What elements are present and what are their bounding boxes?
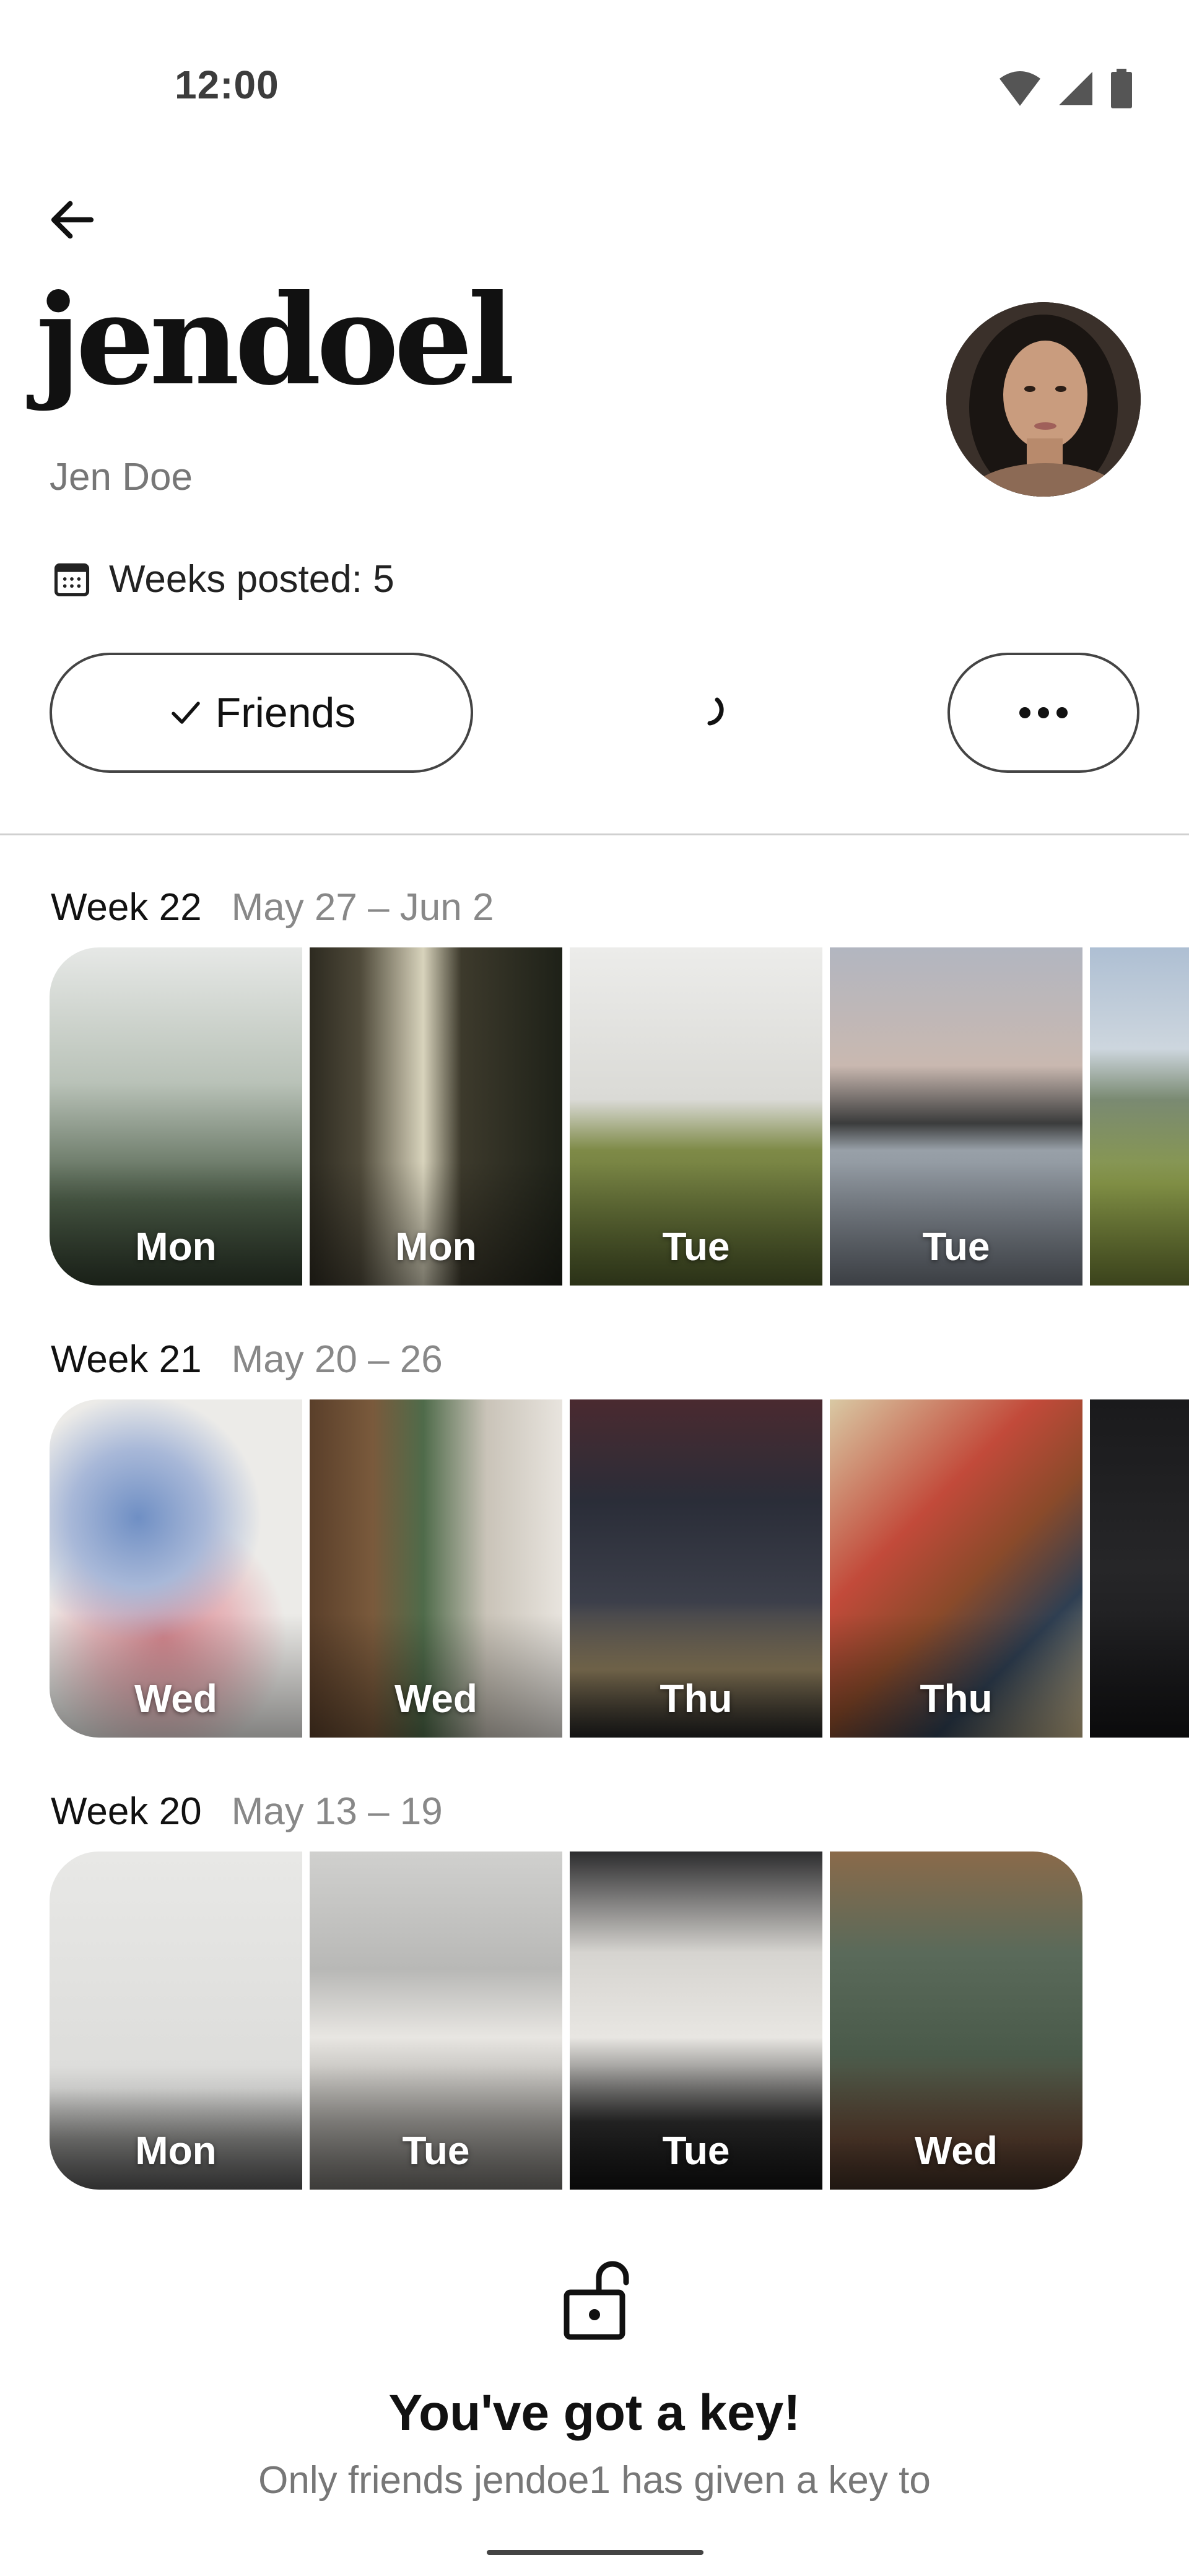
- week-photo-strip[interactable]: Wed Wed Thu Thu T: [50, 1399, 1189, 1738]
- weeks-posted-label: Weeks posted: 5: [109, 557, 394, 601]
- photo-tile[interactable]: T: [1090, 1399, 1189, 1738]
- photo-day-label: Mon: [135, 2128, 217, 2173]
- photo-day-label: Thu: [920, 1676, 993, 1721]
- battery-icon: [1111, 69, 1132, 108]
- photo-tile[interactable]: Mon: [310, 947, 562, 1286]
- week-dates: May 27 – Jun 2: [231, 886, 494, 929]
- week-title: Week 22: [51, 886, 202, 929]
- photo-day-label: Thu: [660, 1676, 733, 1721]
- photo-tile[interactable]: Thu: [830, 1399, 1082, 1738]
- photo-tile[interactable]: Tue: [570, 1852, 822, 2190]
- key-title: You've got a key!: [388, 2385, 801, 2441]
- photo-day-label: Wed: [134, 1676, 217, 1721]
- week-dates: May 20 – 26: [231, 1338, 443, 1381]
- photo-day-label: Wed: [915, 2128, 998, 2173]
- week-photo-strip[interactable]: Mon Tue Tue Wed: [50, 1852, 1189, 2190]
- signal-icon: [1059, 72, 1092, 105]
- profile-full-name: Jen Doe: [50, 456, 193, 498]
- avatar[interactable]: [946, 302, 1141, 497]
- home-indicator[interactable]: [487, 2550, 703, 2555]
- photo-tile[interactable]: Tue: [830, 947, 1082, 1286]
- week-header: Week 21 May 20 – 26: [51, 1338, 443, 1387]
- week-header: Week 20 May 13 – 19: [51, 1790, 443, 1839]
- photo-day-label: Tue: [402, 2128, 470, 2173]
- week-title: Week 20: [51, 1790, 202, 1833]
- divider: [0, 833, 1189, 835]
- more-horizontal-icon: [1019, 707, 1068, 718]
- photo-tile[interactable]: Thu: [570, 1399, 822, 1738]
- photo-tile[interactable]: Tue: [310, 1852, 562, 2190]
- photo-day-label: W: [1090, 1224, 1189, 1269]
- unlock-icon: [560, 2260, 635, 2341]
- photo-tile[interactable]: Wed: [50, 1399, 302, 1738]
- week-title: Week 21: [51, 1338, 202, 1381]
- calendar-icon: [54, 563, 90, 597]
- friends-button[interactable]: Friends: [50, 653, 473, 773]
- photo-tile[interactable]: W: [1090, 947, 1189, 1286]
- photo-day-label: Tue: [662, 2128, 730, 2173]
- week-dates: May 13 – 19: [231, 1790, 443, 1833]
- photo-day-label: Wed: [394, 1676, 477, 1721]
- arrow-back-icon: [51, 201, 94, 239]
- photo-tile[interactable]: Wed: [830, 1852, 1082, 2190]
- back-button[interactable]: [38, 186, 107, 254]
- photo-tile[interactable]: Wed: [310, 1399, 562, 1738]
- wifi-icon: [1000, 71, 1040, 106]
- friends-button-label: Friends: [215, 689, 356, 736]
- photo-day-label: Mon: [135, 1224, 217, 1269]
- photo-day-label: T: [1090, 1676, 1189, 1721]
- status-time: 12:00: [175, 63, 279, 107]
- status-icons: [998, 67, 1133, 110]
- photo-tile[interactable]: Mon: [50, 1852, 302, 2190]
- week-header: Week 22 May 27 – Jun 2: [51, 886, 494, 935]
- weeks-posted: Weeks posted: 5: [51, 554, 394, 604]
- loading-spinner-icon: [701, 695, 736, 729]
- profile-username: jendoel: [36, 268, 515, 413]
- week-photo-strip[interactable]: Mon Mon Tue Tue W: [50, 947, 1189, 1286]
- photo-day-label: Tue: [922, 1224, 990, 1269]
- photo-day-label: Mon: [395, 1224, 477, 1269]
- more-options-button[interactable]: [947, 653, 1139, 773]
- key-subtitle: Only friends jendoe1 has given a key to: [258, 2459, 931, 2502]
- photo-tile[interactable]: Mon: [50, 947, 302, 1286]
- photo-tile[interactable]: Tue: [570, 947, 822, 1286]
- check-icon: [171, 702, 200, 724]
- photo-day-label: Tue: [662, 1224, 730, 1269]
